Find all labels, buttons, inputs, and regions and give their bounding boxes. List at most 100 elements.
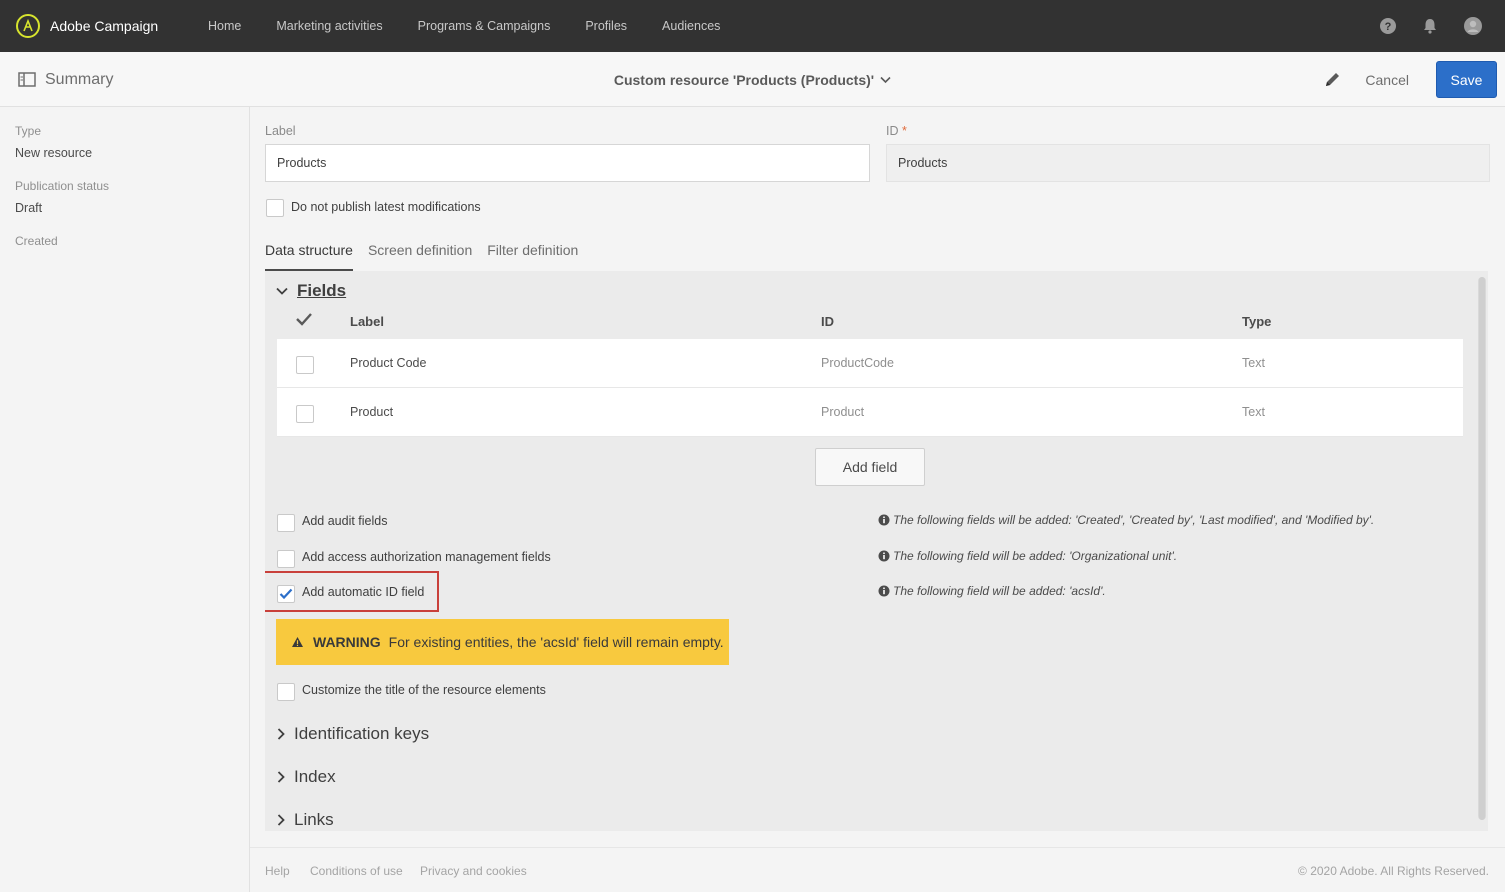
id-label-text: ID bbox=[886, 124, 899, 138]
audit-info: The following fields will be added: 'Cre… bbox=[878, 513, 1374, 527]
identification-keys-title: Identification keys bbox=[294, 724, 430, 743]
autoid-info: The following field will be added: 'acsI… bbox=[878, 584, 1106, 598]
column-header-type[interactable]: Type bbox=[1242, 314, 1271, 329]
add-automatic-id-checkbox[interactable] bbox=[277, 585, 295, 603]
scrollbar-thumb[interactable] bbox=[1479, 277, 1485, 820]
nav-programs-campaigns[interactable]: Programs & Campaigns bbox=[418, 19, 551, 33]
warning-banner: WARNING For existing entities, the 'acsI… bbox=[276, 619, 729, 665]
nav-profiles[interactable]: Profiles bbox=[585, 19, 627, 33]
fields-section-title: Fields bbox=[297, 281, 347, 300]
footer-conditions-link[interactable]: Conditions of use bbox=[310, 864, 403, 878]
chevron-right-icon bbox=[277, 771, 285, 783]
id-field-label: ID * bbox=[886, 124, 907, 138]
access-info: The following field will be added: 'Orga… bbox=[878, 549, 1177, 563]
do-not-publish-checkbox[interactable] bbox=[266, 199, 284, 217]
row-checkbox[interactable] bbox=[296, 356, 314, 374]
add-access-authorization-checkbox[interactable] bbox=[277, 550, 295, 568]
tab-data-structure[interactable]: Data structure bbox=[265, 242, 353, 271]
links-section[interactable]: Links bbox=[277, 810, 334, 830]
audit-info-text: The following fields will be added: 'Cre… bbox=[893, 513, 1375, 527]
top-navigation-bar: Adobe Campaign Home Marketing activities… bbox=[0, 0, 1505, 52]
field-label-cell: Product Code bbox=[350, 356, 427, 370]
resource-header: Summary Custom resource 'Products (Produ… bbox=[0, 52, 1505, 107]
top-icons: ? bbox=[1355, 0, 1483, 52]
add-audit-fields-label: Add audit fields bbox=[302, 514, 388, 528]
fields-section-header[interactable]: Fields bbox=[276, 281, 346, 301]
type-label: Type bbox=[15, 124, 42, 138]
row-checkbox[interactable] bbox=[296, 405, 314, 423]
resource-title: Custom resource 'Products (Products)' bbox=[613, 71, 875, 88]
chevron-right-icon bbox=[277, 728, 285, 740]
data-structure-panel: Fields Label ID Type Product Code Produc… bbox=[265, 271, 1488, 831]
field-label-cell: Product bbox=[350, 405, 394, 419]
footer-privacy-link[interactable]: Privacy and cookies bbox=[420, 864, 527, 878]
index-title: Index bbox=[294, 767, 336, 786]
adobe-campaign-logo-icon bbox=[16, 14, 40, 38]
resource-title-wrapper: Custom resource 'Products (Products)' bbox=[0, 52, 1505, 107]
publication-status-value: Draft bbox=[15, 201, 43, 215]
column-header-label[interactable]: Label bbox=[350, 314, 384, 329]
add-access-authorization-label: Add access authorization management fiel… bbox=[302, 550, 551, 564]
nav-home[interactable]: Home bbox=[208, 19, 241, 33]
column-header-id[interactable]: ID bbox=[821, 314, 834, 329]
add-automatic-id-label: Add automatic ID field bbox=[302, 585, 425, 599]
table-row[interactable]: Product Product Text bbox=[277, 388, 1463, 437]
tab-filter-definition[interactable]: Filter definition bbox=[487, 242, 578, 271]
add-field-button[interactable]: Add field bbox=[815, 448, 925, 486]
field-type-cell: Text bbox=[1242, 405, 1265, 419]
help-icon[interactable]: ? bbox=[1379, 17, 1397, 35]
user-avatar-icon[interactable] bbox=[1463, 16, 1483, 36]
save-button[interactable]: Save bbox=[1436, 61, 1497, 98]
customize-title-checkbox[interactable] bbox=[277, 683, 295, 701]
tab-screen-definition[interactable]: Screen definition bbox=[368, 242, 472, 271]
app-name: Adobe Campaign bbox=[50, 18, 159, 34]
links-title: Links bbox=[294, 810, 334, 829]
chevron-down-icon bbox=[880, 76, 891, 84]
field-id-cell: Product bbox=[821, 405, 865, 419]
footer-help-link[interactable]: Help bbox=[265, 864, 290, 878]
footer: Help Conditions of use Privacy and cooki… bbox=[250, 847, 1505, 892]
pencil-icon[interactable] bbox=[1323, 70, 1342, 89]
publication-status-label: Publication status bbox=[15, 179, 110, 193]
add-audit-fields-checkbox[interactable] bbox=[277, 514, 295, 532]
autoid-info-text: The following field will be added: 'acsI… bbox=[893, 584, 1106, 598]
panel-scrollbar[interactable] bbox=[1478, 277, 1486, 820]
select-all-checkmark-icon[interactable] bbox=[295, 312, 313, 329]
chevron-right-icon bbox=[277, 814, 285, 826]
tab-bar: Data structure Screen definition Filter … bbox=[265, 242, 593, 271]
summary-toggle[interactable]: Summary bbox=[18, 52, 113, 107]
required-marker: * bbox=[901, 124, 907, 138]
main-nav: Home Marketing activities Programs & Cam… bbox=[208, 19, 755, 33]
info-icon bbox=[878, 550, 890, 562]
nav-marketing-activities[interactable]: Marketing activities bbox=[276, 19, 382, 33]
chevron-down-icon bbox=[276, 287, 288, 295]
identification-keys-section[interactable]: Identification keys bbox=[277, 724, 429, 744]
summary-sidebar: Type New resource Publication status Dra… bbox=[0, 107, 250, 892]
fields-table-header: Label ID Type bbox=[277, 309, 1463, 337]
main-content: Label Products ID * Products Do not publ… bbox=[250, 107, 1505, 847]
svg-text:?: ? bbox=[1385, 21, 1392, 33]
access-info-text: The following field will be added: 'Orga… bbox=[893, 549, 1178, 563]
customize-title-label: Customize the title of the resource elem… bbox=[302, 683, 546, 697]
nav-audiences[interactable]: Audiences bbox=[662, 19, 720, 33]
do-not-publish-label: Do not publish latest modifications bbox=[291, 200, 481, 214]
type-value: New resource bbox=[15, 146, 93, 160]
checkmark-icon bbox=[279, 588, 293, 600]
footer-copyright: © 2020 Adobe. All Rights Reserved. bbox=[1298, 864, 1489, 878]
summary-label: Summary bbox=[45, 70, 114, 88]
index-section[interactable]: Index bbox=[277, 767, 336, 787]
label-input[interactable]: Products bbox=[265, 144, 870, 182]
field-id-cell: ProductCode bbox=[821, 356, 894, 370]
field-type-cell: Text bbox=[1242, 356, 1265, 370]
bell-icon[interactable] bbox=[1421, 17, 1439, 35]
warning-triangle-icon bbox=[291, 636, 304, 648]
created-label: Created bbox=[15, 234, 58, 248]
app-logo[interactable]: Adobe Campaign bbox=[16, 14, 208, 38]
table-row[interactable]: Product Code ProductCode Text bbox=[277, 339, 1463, 388]
resource-title-dropdown[interactable]: Custom resource 'Products (Products)' bbox=[614, 72, 891, 88]
cancel-button[interactable]: Cancel bbox=[1365, 72, 1409, 88]
warning-tag: WARNING bbox=[313, 634, 381, 650]
info-icon bbox=[878, 514, 890, 526]
header-actions: Cancel Save bbox=[1323, 61, 1497, 98]
warning-message: For existing entities, the 'acsId' field… bbox=[388, 634, 724, 650]
